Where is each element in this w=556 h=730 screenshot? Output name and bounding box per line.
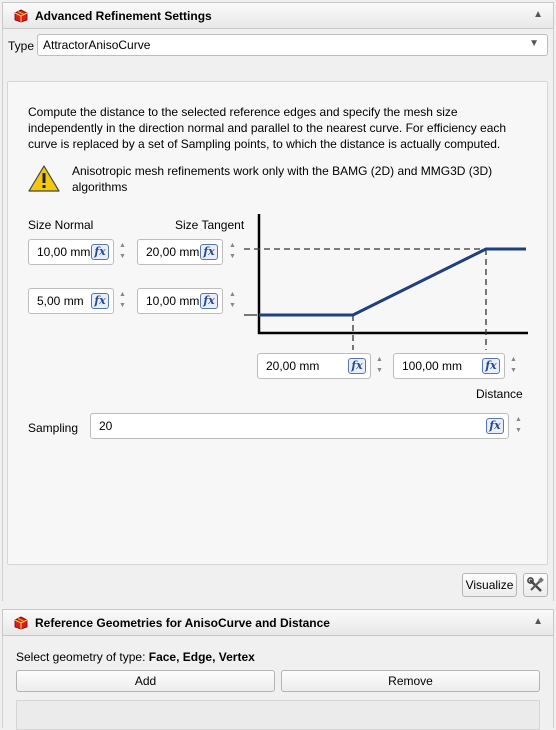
size-tangent-max-value: 20,00 mm: [146, 245, 200, 259]
size-tangent-max-field[interactable]: 20,00 mm fx: [137, 239, 223, 265]
sampling-label: Sampling: [28, 421, 79, 435]
sampling-value: 20: [99, 419, 113, 433]
collapse-icon[interactable]: ▲: [533, 616, 543, 627]
spin-down-icon[interactable]: ▼: [515, 426, 522, 437]
fx-icon[interactable]: fx: [91, 244, 109, 260]
spin-down-icon[interactable]: ▼: [119, 301, 126, 312]
distance-max-spinner[interactable]: ▲ ▼: [507, 353, 520, 379]
refinement-panel-header[interactable]: Advanced Refinement Settings ▲: [2, 2, 554, 29]
spin-down-icon[interactable]: ▼: [510, 366, 517, 377]
chevron-down-icon: ▼: [529, 38, 539, 49]
size-tangent-min-spinner[interactable]: ▲ ▼: [226, 288, 239, 314]
visualize-button[interactable]: Visualize: [462, 573, 517, 597]
size-tangent-min-value: 10,00 mm: [146, 294, 200, 308]
fx-icon[interactable]: fx: [486, 418, 504, 434]
wrench-screwdriver-icon: [527, 576, 544, 592]
spin-up-icon[interactable]: ▲: [376, 355, 383, 366]
spin-down-icon[interactable]: ▼: [376, 366, 383, 377]
type-select-value: AttractorAnisoCurve: [43, 38, 151, 52]
fx-icon[interactable]: fx: [91, 293, 109, 309]
size-normal-max-field[interactable]: 10,00 mm fx: [28, 239, 114, 265]
fx-icon[interactable]: fx: [348, 358, 366, 374]
sampling-spinner[interactable]: ▲ ▼: [512, 413, 525, 439]
size-tangent-label: Size Tangent: [175, 218, 245, 232]
select-geometry-text: Select geometry of type: Face, Edge, Ver…: [16, 650, 255, 664]
size-normal-max-value: 10,00 mm: [37, 245, 91, 259]
distance-max-value: 100,00 mm: [402, 359, 463, 373]
mesh-cube-icon: [14, 616, 28, 629]
size-tangent-max-spinner[interactable]: ▲ ▼: [226, 239, 239, 265]
fx-icon[interactable]: fx: [482, 358, 500, 374]
reference-panel-title: Reference Geometries for AnisoCurve and …: [35, 615, 330, 630]
spin-up-icon[interactable]: ▲: [510, 355, 517, 366]
add-button[interactable]: Add: [16, 670, 275, 692]
distance-min-field[interactable]: 20,00 mm fx: [257, 353, 371, 379]
spin-down-icon[interactable]: ▼: [229, 301, 236, 312]
spin-up-icon[interactable]: ▲: [119, 241, 126, 252]
size-normal-min-spinner[interactable]: ▲ ▼: [116, 288, 129, 314]
distance-label: Distance: [476, 387, 523, 401]
spin-up-icon[interactable]: ▲: [515, 415, 522, 426]
description-text: Compute the distance to the selected ref…: [28, 105, 507, 151]
spin-up-icon[interactable]: ▲: [229, 241, 236, 252]
spin-up-icon[interactable]: ▲: [229, 290, 236, 301]
size-normal-label: Size Normal: [28, 218, 94, 232]
reference-panel-header[interactable]: Reference Geometries for AnisoCurve and …: [2, 609, 554, 636]
size-normal-min-value: 5,00 mm: [37, 294, 84, 308]
sampling-field[interactable]: 20 fx: [90, 413, 509, 439]
spin-up-icon[interactable]: ▲: [119, 290, 126, 301]
size-distance-diagram: [244, 214, 528, 350]
geometry-list[interactable]: [16, 700, 540, 730]
remove-button[interactable]: Remove: [281, 670, 540, 692]
fx-icon[interactable]: fx: [200, 293, 218, 309]
spin-down-icon[interactable]: ▼: [229, 252, 236, 263]
mesh-cube-icon: [14, 9, 28, 22]
size-normal-max-spinner[interactable]: ▲ ▼: [116, 239, 129, 265]
distance-min-spinner[interactable]: ▲ ▼: [373, 353, 386, 379]
fx-icon[interactable]: fx: [200, 244, 218, 260]
collapse-icon[interactable]: ▲: [533, 9, 543, 20]
select-geometry-prefix: Select geometry of type:: [16, 650, 149, 664]
select-geometry-types: Face, Edge, Vertex: [148, 650, 255, 664]
distance-min-value: 20,00 mm: [266, 359, 320, 373]
refinement-panel-title: Advanced Refinement Settings: [35, 8, 212, 23]
warning-text: Anisotropic mesh refinements work only w…: [72, 164, 493, 194]
distance-max-field[interactable]: 100,00 mm fx: [393, 353, 505, 379]
type-label: Type: [8, 39, 35, 53]
tools-button[interactable]: [523, 573, 548, 597]
spin-down-icon[interactable]: ▼: [119, 252, 126, 263]
warning-icon: [28, 165, 60, 192]
size-normal-min-field[interactable]: 5,00 mm fx: [28, 288, 114, 314]
type-select[interactable]: AttractorAnisoCurve ▼: [37, 34, 548, 56]
size-tangent-min-field[interactable]: 10,00 mm fx: [137, 288, 223, 314]
